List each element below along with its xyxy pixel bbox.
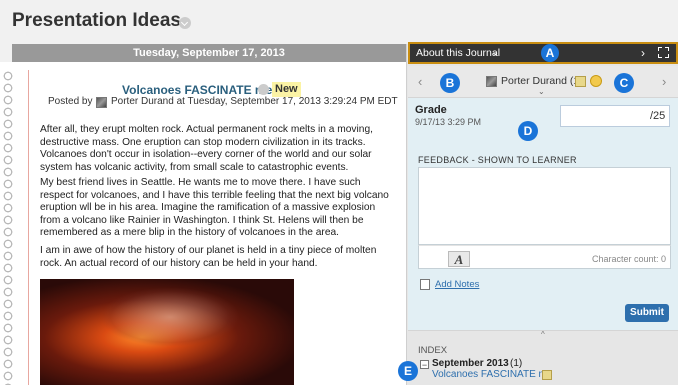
rubric-icon bbox=[542, 370, 552, 380]
journal-next-arrow-icon[interactable]: › bbox=[641, 46, 645, 60]
entry-paragraph: After all, they erupt molten rock. Actua… bbox=[40, 124, 373, 173]
entry-date-bar: Tuesday, September 17, 2013 bbox=[12, 44, 406, 62]
user-avatar bbox=[486, 76, 497, 87]
chevron-down-icon[interactable] bbox=[179, 17, 191, 29]
character-count: Character count: 0 bbox=[592, 254, 667, 264]
add-notes-link[interactable]: Add Notes bbox=[435, 279, 479, 290]
callout-marker-a: A bbox=[541, 44, 559, 62]
callout-marker-d: D bbox=[518, 121, 538, 141]
expand-icon[interactable] bbox=[658, 47, 669, 58]
collapse-caret-icon[interactable]: ^ bbox=[541, 330, 545, 339]
feedback-label: FEEDBACK - SHOWN TO LEARNER bbox=[418, 155, 577, 165]
entry-title[interactable]: Volcanoes FASCINATE me bbox=[122, 83, 272, 97]
posted-by-author: Porter Durand at Tuesday, September 17, … bbox=[111, 96, 398, 107]
index-collapse-toggle[interactable]: − bbox=[420, 360, 429, 370]
index-month[interactable]: September 2013 bbox=[432, 358, 509, 369]
callout-marker-e: E bbox=[398, 361, 418, 381]
author-avatar bbox=[96, 97, 107, 108]
callout-marker-b: B bbox=[440, 73, 460, 93]
posted-by-label: Posted by bbox=[48, 96, 93, 107]
text-format-button[interactable]: A bbox=[448, 251, 470, 267]
entry-paragraph: I am in awe of how the history of our pl… bbox=[40, 245, 377, 269]
grade-label: Grade bbox=[415, 104, 447, 116]
feedback-textarea[interactable] bbox=[418, 167, 671, 245]
new-badge: New bbox=[272, 82, 301, 97]
entry-options-chevron-icon[interactable] bbox=[258, 84, 269, 95]
next-user-arrow-icon[interactable]: › bbox=[662, 74, 666, 89]
user-menu-caret-icon[interactable]: ⌄ bbox=[538, 87, 545, 96]
index-entry-link[interactable]: Volcanoes FASCINATE me bbox=[432, 369, 552, 380]
user-name[interactable]: Porter Durand (1) bbox=[501, 75, 583, 87]
page-title: Presentation Ideas bbox=[12, 10, 181, 31]
callout-marker-c: C bbox=[614, 73, 634, 93]
grade-max-points: /25 bbox=[650, 110, 666, 122]
about-journal-caret-icon[interactable]: ⌄ bbox=[491, 47, 499, 58]
entry-paragraph: My best friend lives in Seattle. He want… bbox=[40, 177, 389, 238]
volcano-photo bbox=[40, 279, 294, 385]
smiley-icon bbox=[590, 75, 602, 87]
notebook-spiral-decoration bbox=[0, 70, 24, 385]
grade-date: 9/17/13 3:29 PM bbox=[415, 117, 482, 127]
index-heading: INDEX bbox=[418, 345, 448, 356]
notes-icon[interactable] bbox=[420, 279, 430, 290]
previous-user-arrow-icon[interactable]: ‹ bbox=[418, 74, 422, 89]
about-journal-label[interactable]: About this Journal bbox=[416, 47, 500, 59]
notebook-margin-line bbox=[28, 70, 29, 385]
submit-button[interactable]: Submit bbox=[625, 304, 669, 322]
rubric-icon[interactable] bbox=[575, 76, 586, 87]
index-month-count: (1) bbox=[510, 358, 523, 369]
